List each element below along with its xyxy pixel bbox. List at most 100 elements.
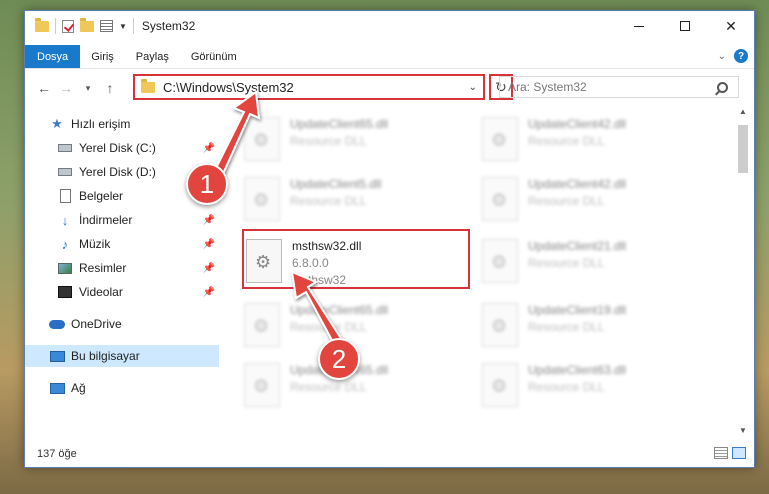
- separator: [132, 18, 134, 34]
- help-icon[interactable]: ?: [734, 49, 748, 63]
- file-name: UpdateClient5.dll: [290, 177, 382, 191]
- nav-item-quick-access[interactable]: ★ Hızlı erişim: [25, 113, 219, 135]
- file-type: Resource DLL: [528, 320, 605, 334]
- tab-paylas[interactable]: Paylaş: [125, 45, 180, 68]
- step-2-badge: 2: [318, 338, 360, 380]
- recent-locations-icon[interactable]: ▾: [77, 83, 99, 94]
- nav-item-label: Belgeler: [79, 189, 124, 203]
- pictures-icon: [57, 261, 73, 275]
- drive-icon: [57, 165, 73, 179]
- pin-icon: 📌: [202, 142, 215, 154]
- file-name: UpdateClient21.dll: [528, 239, 627, 253]
- dll-file-icon: [244, 117, 280, 161]
- nav-item-label: Resimler: [79, 261, 127, 275]
- nav-item-videos[interactable]: Videolar 📌: [25, 281, 219, 303]
- nav-item-label: Hızlı erişim: [71, 117, 131, 131]
- drive-icon: [57, 141, 73, 155]
- download-icon: ↓: [61, 212, 69, 228]
- details-view-icon[interactable]: [714, 447, 728, 459]
- videos-icon: [57, 285, 73, 299]
- close-button[interactable]: ✕: [708, 11, 754, 41]
- status-bar: 137 öğe: [25, 443, 754, 465]
- address-path[interactable]: C:\Windows\System32: [163, 80, 469, 95]
- file-item[interactable]: UpdateClient65.dll Resource DLL: [244, 111, 474, 167]
- file-item[interactable]: UpdateClient65.dll Resource DLL: [244, 297, 474, 353]
- nav-item-disk-c[interactable]: Yerel Disk (C:) 📌: [25, 137, 219, 159]
- folder-icon: [35, 17, 49, 32]
- address-dropdown-icon[interactable]: ⌄: [469, 82, 477, 93]
- item-count: 137 öğe: [37, 448, 77, 460]
- customize-icon[interactable]: [100, 20, 113, 32]
- tab-giris[interactable]: Giriş: [80, 45, 125, 68]
- scroll-up-icon[interactable]: ▲: [736, 107, 750, 116]
- file-item[interactable]: UpdateClient19.dll Resource DLL: [482, 297, 712, 353]
- pin-icon: 📌: [202, 286, 215, 298]
- new-folder-icon[interactable]: [80, 17, 94, 32]
- tab-gorunum[interactable]: Görünüm: [180, 45, 248, 68]
- file-name: UpdateClient42.dll: [528, 117, 627, 131]
- network-icon: [49, 381, 65, 395]
- file-name: UpdateClient65.dll: [290, 303, 389, 317]
- nav-item-label: İndirmeler: [79, 213, 133, 227]
- search-input[interactable]: Ara: System32: [508, 80, 717, 94]
- nav-item-label: Yerel Disk (C:): [79, 141, 156, 155]
- quick-access-dropdown-icon[interactable]: ▼: [119, 22, 127, 31]
- file-name: UpdateClient65.dll: [290, 117, 389, 131]
- dll-file-icon: [244, 303, 280, 347]
- nav-item-onedrive[interactable]: OneDrive: [25, 313, 219, 335]
- tab-dosya[interactable]: Dosya: [25, 45, 81, 68]
- nav-item-network[interactable]: Ağ: [25, 377, 219, 399]
- file-name: UpdateClient19.dll: [528, 303, 627, 317]
- file-type: Resource DLL: [528, 194, 605, 208]
- file-type: Resource DLL: [528, 380, 605, 394]
- tiles-view-icon[interactable]: [732, 447, 746, 459]
- scroll-down-icon[interactable]: ▼: [736, 426, 750, 435]
- nav-item-this-pc[interactable]: Bu bilgisayar: [25, 345, 219, 367]
- address-bar[interactable]: C:\Windows\System32 ⌄: [133, 74, 485, 100]
- file-name: UpdateClient63.dll: [528, 363, 627, 377]
- nav-item-music[interactable]: ♪ Müzik 📌: [25, 233, 219, 255]
- file-name: UpdateClient42.dll: [528, 177, 627, 191]
- pin-icon: 📌: [202, 238, 215, 250]
- file-item[interactable]: UpdateClient42.dll Resource DLL: [482, 111, 712, 167]
- vertical-scrollbar[interactable]: ▲ ▼: [736, 107, 750, 437]
- scroll-thumb[interactable]: [738, 125, 748, 173]
- dll-file-icon: [482, 303, 518, 347]
- file-type: Resource DLL: [528, 134, 605, 148]
- pin-icon: 📌: [202, 262, 215, 274]
- back-arrow-icon[interactable]: ←: [33, 80, 55, 96]
- forward-arrow-icon[interactable]: →: [55, 80, 77, 96]
- window-title: System32: [141, 19, 196, 33]
- ribbon-right: ⌄ ?: [718, 49, 748, 63]
- computer-icon: [49, 349, 65, 363]
- separator: [55, 18, 56, 34]
- file-item[interactable]: UpdateClient63.dll Resource DLL: [482, 357, 712, 413]
- nav-item-label: Yerel Disk (D:): [79, 165, 156, 179]
- dll-file-icon: [482, 239, 518, 283]
- nav-item-label: Müzik: [79, 237, 111, 251]
- nav-item-pictures[interactable]: Resimler 📌: [25, 257, 219, 279]
- up-arrow-icon[interactable]: ↑: [99, 80, 121, 96]
- star-icon: ★: [51, 116, 63, 131]
- nav-item-downloads[interactable]: ↓ İndirmeler 📌: [25, 209, 219, 231]
- dll-file-icon: [482, 177, 518, 221]
- maximize-button[interactable]: [662, 11, 708, 41]
- file-item[interactable]: UpdateClient21.dll Resource DLL: [482, 233, 712, 289]
- minimize-button[interactable]: [616, 11, 662, 41]
- music-icon: ♪: [61, 236, 69, 252]
- properties-check-icon[interactable]: [62, 19, 74, 33]
- file-type: Resource DLL: [290, 380, 367, 394]
- file-type: Resource DLL: [290, 194, 367, 208]
- nav-item-label: Videolar: [79, 285, 123, 299]
- window-controls: ✕: [616, 11, 754, 41]
- expand-ribbon-icon[interactable]: ⌄: [718, 51, 726, 62]
- search-icon: [717, 81, 728, 93]
- file-item[interactable]: UpdateClient5.dll Resource DLL: [244, 171, 474, 227]
- view-toggle: [714, 447, 746, 459]
- search-box[interactable]: Ara: System32: [499, 76, 739, 98]
- file-type: Resource DLL: [528, 256, 605, 270]
- navigation-pane: ★ Hızlı erişim Yerel Disk (C:) 📌 Yerel D…: [25, 107, 221, 437]
- quick-access-toolbar: ▼: [35, 17, 134, 34]
- minimize-icon: [634, 25, 644, 27]
- file-item[interactable]: UpdateClient42.dll Resource DLL: [482, 171, 712, 227]
